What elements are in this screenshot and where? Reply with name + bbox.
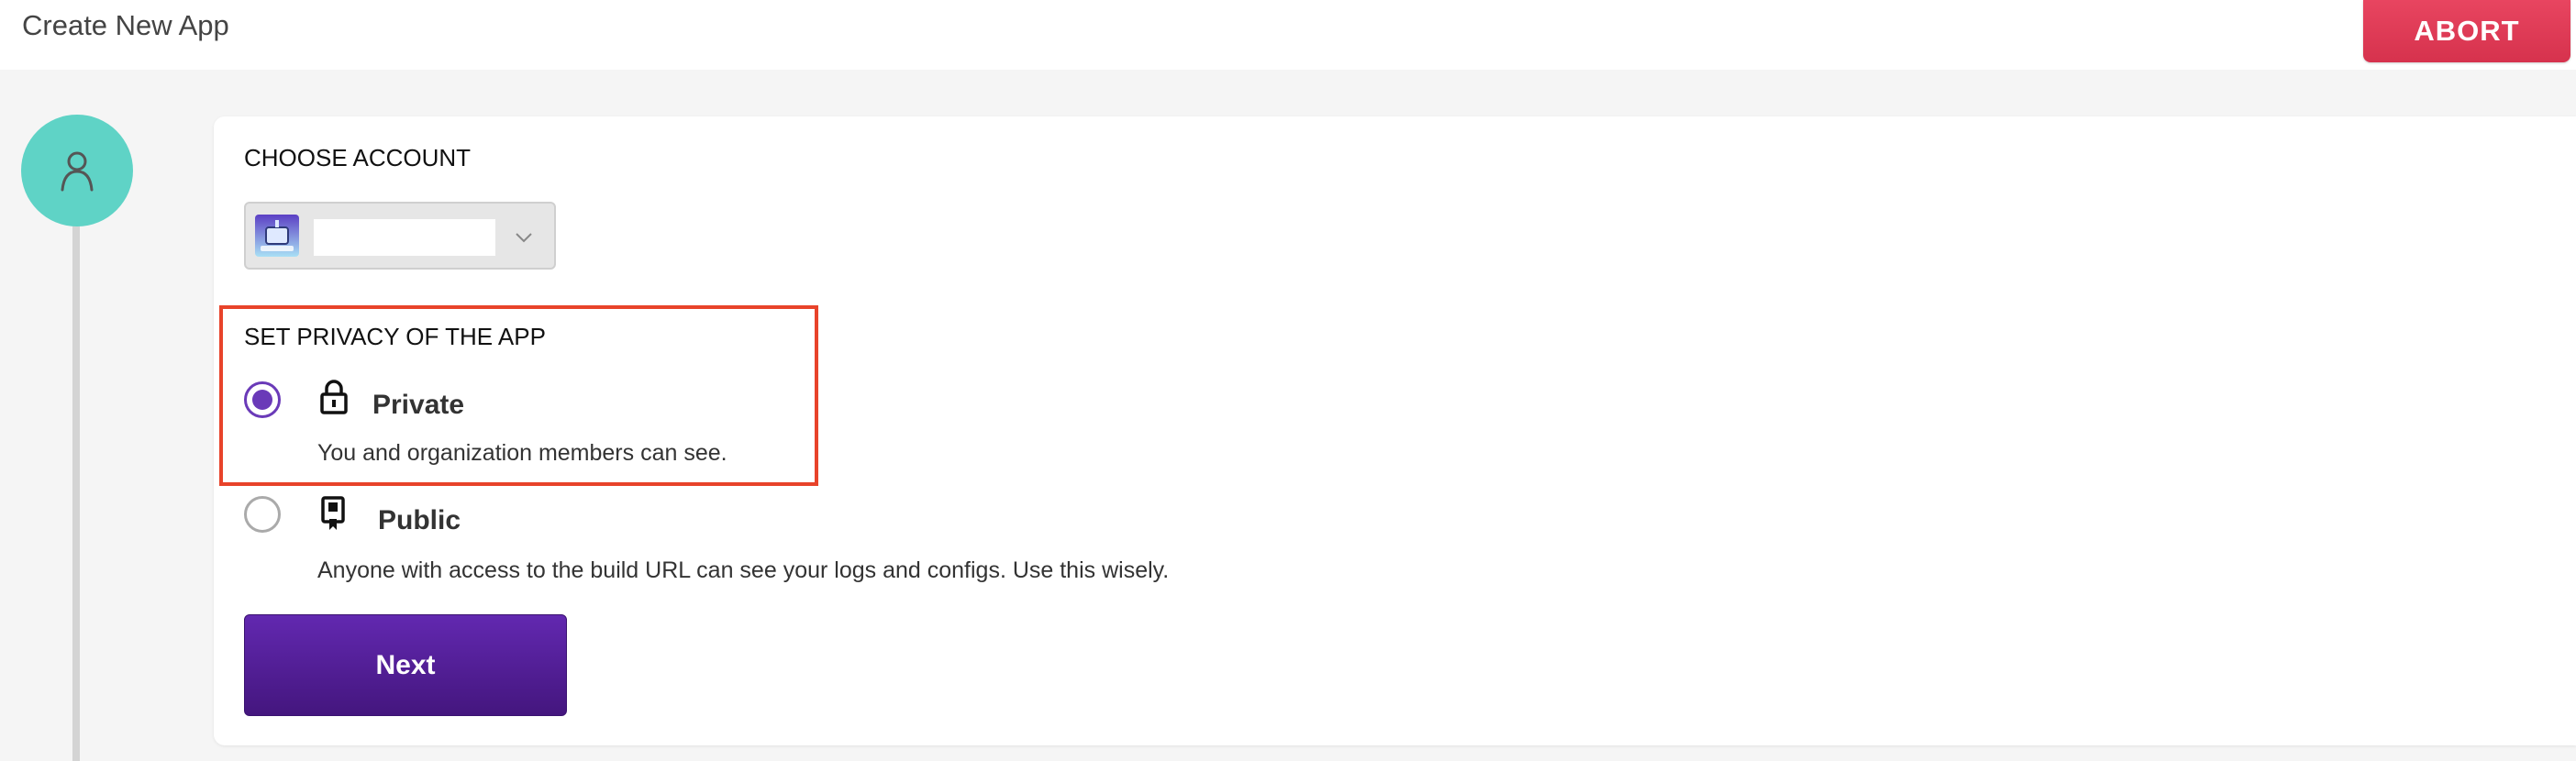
account-name-value [314,219,495,256]
next-button[interactable]: Next [244,614,567,716]
public-option-label[interactable]: Public [378,504,461,537]
public-option-description: Anyone with access to the build URL can … [317,557,1170,583]
privacy-highlight-box [219,305,818,486]
public-radio[interactable] [244,496,281,533]
abort-button[interactable]: ABORT [2363,0,2570,62]
stepper-line [72,165,80,761]
page-title: Create New App [22,9,229,41]
top-bar: Create New App ABORT [0,0,2576,70]
chevron-down-icon [516,233,532,243]
choose-account-title: CHOOSE ACCOUNT [244,144,472,171]
robot-avatar-icon [255,215,299,257]
step-account [21,115,133,226]
bookmark-icon [321,496,345,530]
user-icon [61,151,94,192]
account-select[interactable] [244,202,556,270]
